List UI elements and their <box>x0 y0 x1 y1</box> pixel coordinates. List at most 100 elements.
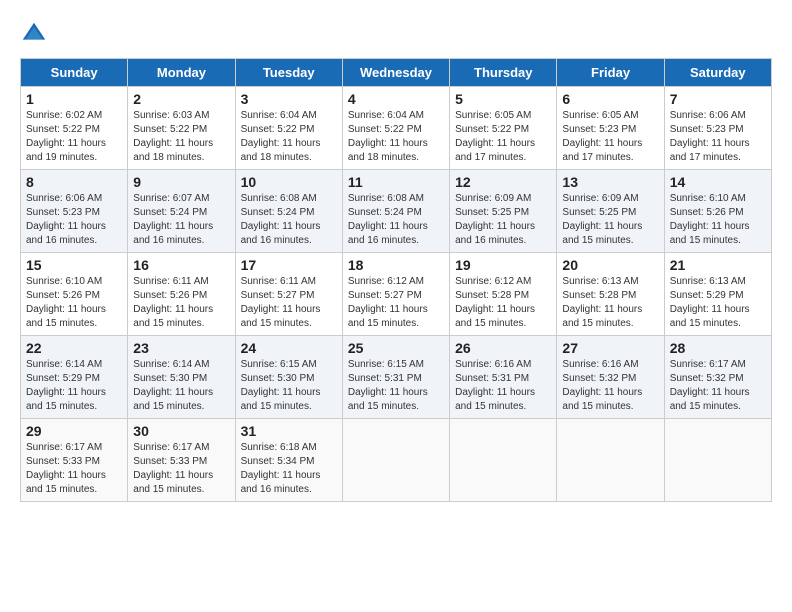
day-number: 8 <box>26 174 122 190</box>
day-info: Sunrise: 6:13 AM Sunset: 5:29 PM Dayligh… <box>670 275 766 331</box>
calendar-cell: 25 Sunrise: 6:15 AM Sunset: 5:31 PM Dayli… <box>342 336 449 419</box>
day-number: 5 <box>455 91 551 107</box>
calendar-cell: 5 Sunrise: 6:05 AM Sunset: 5:22 PM Daylig… <box>450 87 557 170</box>
calendar-cell: 21 Sunrise: 6:13 AM Sunset: 5:29 PM Dayli… <box>664 253 771 336</box>
logo <box>20 20 52 48</box>
day-info: Sunrise: 6:05 AM Sunset: 5:23 PM Dayligh… <box>562 109 658 165</box>
day-info: Sunrise: 6:15 AM Sunset: 5:31 PM Dayligh… <box>348 358 444 414</box>
day-info: Sunrise: 6:09 AM Sunset: 5:25 PM Dayligh… <box>562 192 658 248</box>
day-info: Sunrise: 6:18 AM Sunset: 5:34 PM Dayligh… <box>241 441 337 497</box>
day-number: 26 <box>455 340 551 356</box>
day-info: Sunrise: 6:17 AM Sunset: 5:33 PM Dayligh… <box>26 441 122 497</box>
calendar-cell: 31 Sunrise: 6:18 AM Sunset: 5:34 PM Dayli… <box>235 419 342 502</box>
day-number: 21 <box>670 257 766 273</box>
calendar-cell: 6 Sunrise: 6:05 AM Sunset: 5:23 PM Daylig… <box>557 87 664 170</box>
calendar-cell: 1 Sunrise: 6:02 AM Sunset: 5:22 PM Daylig… <box>21 87 128 170</box>
day-number: 6 <box>562 91 658 107</box>
day-number: 3 <box>241 91 337 107</box>
day-number: 2 <box>133 91 229 107</box>
day-info: Sunrise: 6:05 AM Sunset: 5:22 PM Dayligh… <box>455 109 551 165</box>
day-number: 14 <box>670 174 766 190</box>
calendar-cell: 7 Sunrise: 6:06 AM Sunset: 5:23 PM Daylig… <box>664 87 771 170</box>
day-number: 11 <box>348 174 444 190</box>
calendar-cell: 19 Sunrise: 6:12 AM Sunset: 5:28 PM Dayli… <box>450 253 557 336</box>
day-info: Sunrise: 6:04 AM Sunset: 5:22 PM Dayligh… <box>241 109 337 165</box>
calendar-cell: 3 Sunrise: 6:04 AM Sunset: 5:22 PM Daylig… <box>235 87 342 170</box>
day-number: 27 <box>562 340 658 356</box>
calendar-table: SundayMondayTuesdayWednesdayThursdayFrid… <box>20 58 772 502</box>
day-number: 20 <box>562 257 658 273</box>
calendar-cell <box>450 419 557 502</box>
day-info: Sunrise: 6:17 AM Sunset: 5:33 PM Dayligh… <box>133 441 229 497</box>
calendar-cell: 17 Sunrise: 6:11 AM Sunset: 5:27 PM Dayli… <box>235 253 342 336</box>
calendar-cell: 14 Sunrise: 6:10 AM Sunset: 5:26 PM Dayli… <box>664 170 771 253</box>
calendar-cell: 8 Sunrise: 6:06 AM Sunset: 5:23 PM Daylig… <box>21 170 128 253</box>
calendar-cell: 13Sunrise: 6:09 AM Sunset: 5:25 PM Dayli… <box>557 170 664 253</box>
column-header-tuesday: Tuesday <box>235 59 342 87</box>
day-number: 31 <box>241 423 337 439</box>
day-info: Sunrise: 6:10 AM Sunset: 5:26 PM Dayligh… <box>670 192 766 248</box>
day-info: Sunrise: 6:11 AM Sunset: 5:27 PM Dayligh… <box>241 275 337 331</box>
calendar-cell: 29 Sunrise: 6:17 AM Sunset: 5:33 PM Dayli… <box>21 419 128 502</box>
day-info: Sunrise: 6:04 AM Sunset: 5:22 PM Dayligh… <box>348 109 444 165</box>
day-info: Sunrise: 6:06 AM Sunset: 5:23 PM Dayligh… <box>26 192 122 248</box>
calendar-cell: 28 Sunrise: 6:17 AM Sunset: 5:32 PM Dayli… <box>664 336 771 419</box>
day-number: 9 <box>133 174 229 190</box>
calendar-cell: 4 Sunrise: 6:04 AM Sunset: 5:22 PM Daylig… <box>342 87 449 170</box>
day-number: 1 <box>26 91 122 107</box>
calendar-cell: 30 Sunrise: 6:17 AM Sunset: 5:33 PM Dayli… <box>128 419 235 502</box>
day-info: Sunrise: 6:14 AM Sunset: 5:30 PM Dayligh… <box>133 358 229 414</box>
calendar-cell: 27Sunrise: 6:16 AM Sunset: 5:32 PM Dayli… <box>557 336 664 419</box>
day-number: 24 <box>241 340 337 356</box>
day-number: 22 <box>26 340 122 356</box>
column-header-wednesday: Wednesday <box>342 59 449 87</box>
calendar-cell: 23 Sunrise: 6:14 AM Sunset: 5:30 PM Dayli… <box>128 336 235 419</box>
day-number: 18 <box>348 257 444 273</box>
calendar-cell <box>557 419 664 502</box>
day-number: 29 <box>26 423 122 439</box>
day-info: Sunrise: 6:03 AM Sunset: 5:22 PM Dayligh… <box>133 109 229 165</box>
calendar-cell: 9 Sunrise: 6:07 AM Sunset: 5:24 PM Daylig… <box>128 170 235 253</box>
calendar-cell: 2 Sunrise: 6:03 AM Sunset: 5:22 PM Daylig… <box>128 87 235 170</box>
day-info: Sunrise: 6:13 AM Sunset: 5:28 PM Dayligh… <box>562 275 658 331</box>
calendar-cell: 12Sunrise: 6:09 AM Sunset: 5:25 PM Dayli… <box>450 170 557 253</box>
calendar-cell: 26 Sunrise: 6:16 AM Sunset: 5:31 PM Dayli… <box>450 336 557 419</box>
day-number: 4 <box>348 91 444 107</box>
calendar-cell: 20 Sunrise: 6:13 AM Sunset: 5:28 PM Dayli… <box>557 253 664 336</box>
day-number: 15 <box>26 257 122 273</box>
logo-icon <box>20 20 48 48</box>
day-info: Sunrise: 6:06 AM Sunset: 5:23 PM Dayligh… <box>670 109 766 165</box>
day-info: Sunrise: 6:17 AM Sunset: 5:32 PM Dayligh… <box>670 358 766 414</box>
day-info: Sunrise: 6:07 AM Sunset: 5:24 PM Dayligh… <box>133 192 229 248</box>
day-info: Sunrise: 6:15 AM Sunset: 5:30 PM Dayligh… <box>241 358 337 414</box>
day-number: 12 <box>455 174 551 190</box>
column-header-monday: Monday <box>128 59 235 87</box>
page-header <box>20 20 772 48</box>
calendar-cell <box>342 419 449 502</box>
day-number: 23 <box>133 340 229 356</box>
day-info: Sunrise: 6:11 AM Sunset: 5:26 PM Dayligh… <box>133 275 229 331</box>
column-header-sunday: Sunday <box>21 59 128 87</box>
day-info: Sunrise: 6:14 AM Sunset: 5:29 PM Dayligh… <box>26 358 122 414</box>
day-number: 7 <box>670 91 766 107</box>
day-number: 17 <box>241 257 337 273</box>
day-number: 28 <box>670 340 766 356</box>
day-info: Sunrise: 6:10 AM Sunset: 5:26 PM Dayligh… <box>26 275 122 331</box>
calendar-cell: 11 Sunrise: 6:08 AM Sunset: 5:24 PM Dayli… <box>342 170 449 253</box>
day-number: 19 <box>455 257 551 273</box>
day-info: Sunrise: 6:02 AM Sunset: 5:22 PM Dayligh… <box>26 109 122 165</box>
day-info: Sunrise: 6:08 AM Sunset: 5:24 PM Dayligh… <box>348 192 444 248</box>
day-number: 25 <box>348 340 444 356</box>
day-number: 30 <box>133 423 229 439</box>
day-info: Sunrise: 6:08 AM Sunset: 5:24 PM Dayligh… <box>241 192 337 248</box>
day-info: Sunrise: 6:12 AM Sunset: 5:27 PM Dayligh… <box>348 275 444 331</box>
calendar-cell: 10 Sunrise: 6:08 AM Sunset: 5:24 PM Dayli… <box>235 170 342 253</box>
column-header-friday: Friday <box>557 59 664 87</box>
column-header-saturday: Saturday <box>664 59 771 87</box>
calendar-cell <box>664 419 771 502</box>
calendar-cell: 24 Sunrise: 6:15 AM Sunset: 5:30 PM Dayli… <box>235 336 342 419</box>
day-info: Sunrise: 6:12 AM Sunset: 5:28 PM Dayligh… <box>455 275 551 331</box>
calendar-cell: 22 Sunrise: 6:14 AM Sunset: 5:29 PM Dayli… <box>21 336 128 419</box>
day-info: Sunrise: 6:16 AM Sunset: 5:31 PM Dayligh… <box>455 358 551 414</box>
day-number: 10 <box>241 174 337 190</box>
